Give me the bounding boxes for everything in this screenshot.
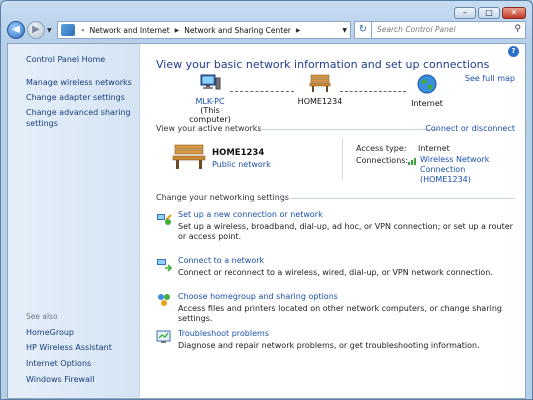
control-panel-icon — [61, 24, 75, 36]
task-title-connect-network[interactable]: Connect to a network — [178, 256, 264, 265]
search-input[interactable]: Search Control Panel ⚲ — [371, 21, 526, 39]
homegroup-icon — [158, 294, 170, 306]
access-type-label: Access type: — [356, 144, 407, 153]
map-node-internet[interactable]: Internet — [402, 74, 452, 108]
task-connect-network: Connect to a network Connect or reconnec… — [156, 256, 515, 282]
new-connection-icon — [157, 214, 172, 225]
search-placeholder: Search Control Panel — [377, 25, 456, 34]
task-desc-new-connection: Set up a wireless, broadband, dial-up, a… — [178, 222, 513, 241]
connect-network-icon — [157, 259, 172, 272]
wireless-signal-icon — [408, 158, 416, 165]
see-also-homegroup[interactable]: HomeGroup — [26, 327, 74, 338]
task-desc-connect-network: Connect or reconnect to a wireless, wire… — [178, 268, 493, 277]
map-link-line — [340, 91, 406, 92]
computer-icon — [200, 74, 221, 90]
divider — [342, 138, 343, 180]
map-node-computer[interactable]: MLK-PC (This computer) — [180, 74, 240, 124]
search-icon[interactable]: ⚲ — [514, 24, 521, 34]
task-desc-troubleshoot: Diagnose and repair network problems, or… — [178, 341, 480, 350]
internet-name: Internet — [411, 99, 443, 108]
active-networks-heading: View your active networks — [156, 124, 262, 133]
minimize-button[interactable]: – — [454, 7, 476, 19]
address-dropdown-icon[interactable]: ▼ — [342, 27, 347, 34]
wireless-connection-link-line1: Wireless Network Connection — [420, 155, 490, 174]
breadcrumb-separator-icon[interactable]: ▶ — [175, 27, 180, 34]
back-button[interactable]: ◀ — [7, 21, 25, 39]
sidebar-item-adapter-settings[interactable]: Change adapter settings — [26, 92, 125, 103]
task-title-homegroup[interactable]: Choose homegroup and sharing options — [178, 292, 338, 301]
divider — [280, 198, 515, 199]
sidebar: Control Panel Home Manage wireless netwo… — [8, 44, 140, 398]
active-network-name: HOME1234 — [212, 148, 265, 158]
bench-icon — [309, 74, 331, 92]
task-title-new-connection[interactable]: Set up a new connection or network — [178, 210, 323, 219]
caption-buttons: – □ ✕ — [454, 7, 526, 19]
troubleshoot-icon — [156, 330, 171, 343]
sidebar-item-advanced-sharing[interactable]: Change advanced sharing settings — [26, 107, 136, 129]
networking-settings-heading: Change your networking settings — [156, 193, 290, 202]
connect-or-disconnect-link[interactable]: Connect or disconnect — [425, 124, 515, 133]
window: – □ ✕ ◀ ▶ ▼ « Network and Internet ▶ Net… — [0, 0, 533, 400]
close-button[interactable]: ✕ — [502, 7, 526, 19]
sidebar-control-panel-home[interactable]: Control Panel Home — [26, 54, 105, 65]
refresh-button[interactable]: ↻ — [354, 21, 372, 39]
map-link-line — [230, 91, 294, 92]
see-also-hp-wireless[interactable]: HP Wireless Assistant — [26, 342, 112, 353]
see-also-internet-options[interactable]: Internet Options — [26, 358, 91, 369]
wireless-connection-link[interactable]: Wireless Network Connection (HOME1234) — [420, 155, 525, 185]
sidebar-item-manage-wireless[interactable]: Manage wireless networks — [26, 77, 132, 88]
breadcrumb-network-and-sharing-center[interactable]: Network and Sharing Center — [184, 26, 291, 35]
content-area: Control Panel Home Manage wireless netwo… — [7, 43, 526, 399]
breadcrumb-separator-icon[interactable]: ▶ — [296, 27, 301, 34]
bench-icon — [172, 144, 206, 169]
breadcrumb: « Network and Internet ▶ Network and Sha… — [75, 26, 306, 35]
page-title: View your basic network information and … — [156, 58, 490, 71]
computer-sub: (This computer) — [189, 106, 231, 124]
see-also-windows-firewall[interactable]: Windows Firewall — [26, 374, 94, 385]
divider — [258, 129, 439, 130]
main-pane: ? View your basic network information an… — [140, 44, 525, 398]
network-name: HOME1234 — [297, 97, 343, 106]
recent-pages-dropdown[interactable]: ▼ — [47, 27, 52, 34]
address-bar[interactable]: « Network and Internet ▶ Network and Sha… — [57, 21, 351, 39]
map-node-network[interactable]: HOME1234 — [290, 74, 350, 106]
maximize-button[interactable]: □ — [478, 7, 500, 19]
computer-name: MLK-PC — [195, 97, 225, 106]
task-troubleshoot: Troubleshoot problems Diagnose and repai… — [156, 329, 515, 355]
task-new-connection: Set up a new connection or network Set u… — [156, 210, 515, 242]
help-icon[interactable]: ? — [508, 46, 519, 57]
navigation-bar: ◀ ▶ ▼ « Network and Internet ▶ Network a… — [7, 19, 526, 41]
task-homegroup-sharing: Choose homegroup and sharing options Acc… — [156, 292, 515, 323]
forward-button[interactable]: ▶ — [27, 21, 45, 39]
connections-label: Connections: — [356, 156, 409, 165]
task-title-troubleshoot[interactable]: Troubleshoot problems — [178, 329, 269, 338]
globe-icon — [417, 74, 437, 94]
see-also-heading: See also — [26, 312, 58, 321]
wireless-connection-link-line2: (HOME1234) — [420, 175, 471, 184]
access-type-value: Internet — [418, 144, 450, 153]
see-full-map-link[interactable]: See full map — [465, 74, 515, 83]
task-desc-homegroup: Access files and printers located on oth… — [178, 304, 502, 323]
network-location-link[interactable]: Public network — [212, 160, 271, 169]
breadcrumb-network-and-internet[interactable]: Network and Internet — [90, 26, 170, 35]
breadcrumb-overflow[interactable]: « — [81, 27, 85, 34]
